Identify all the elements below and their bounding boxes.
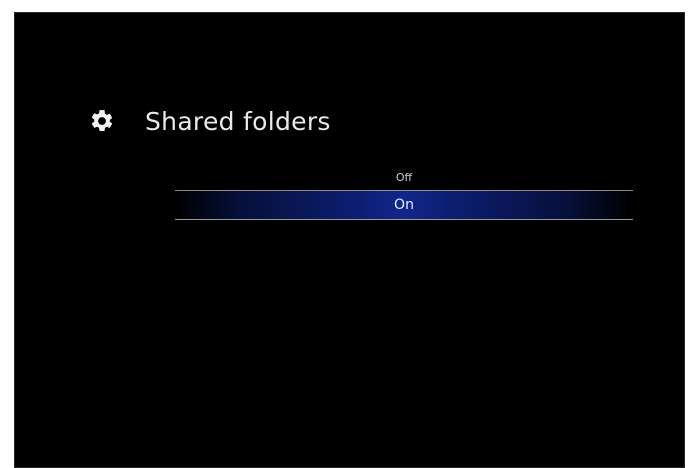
page-title: Shared folders [145, 106, 331, 136]
settings-header: Shared folders [87, 101, 331, 141]
gear-icon [87, 106, 117, 136]
option-on-selected[interactable]: On [175, 191, 633, 219]
option-list: Off On [175, 166, 633, 220]
option-off[interactable]: Off [175, 166, 633, 190]
divider [175, 219, 633, 220]
tv-screen: Shared folders Off On [14, 12, 685, 468]
